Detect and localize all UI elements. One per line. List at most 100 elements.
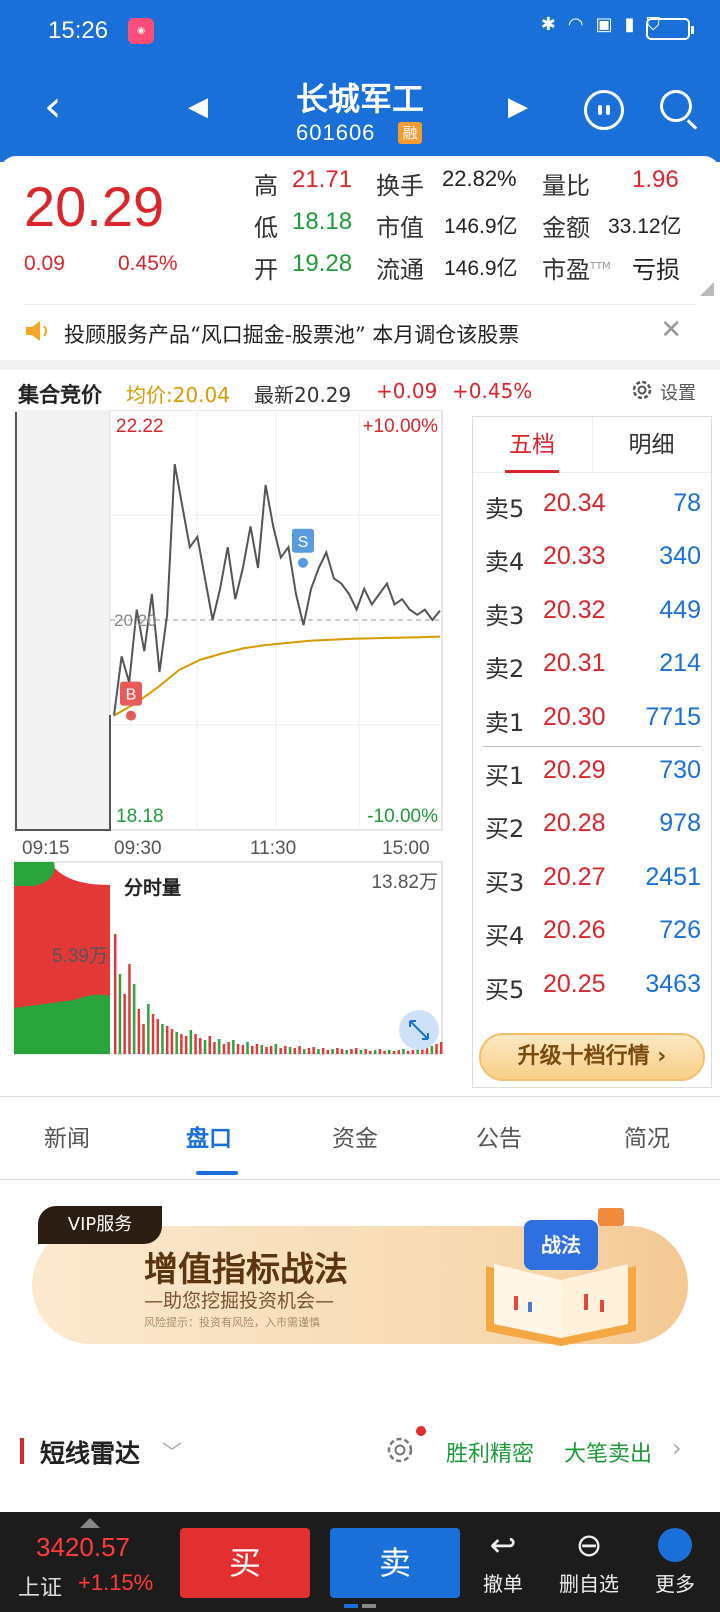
battery-icon — [646, 18, 694, 40]
avg-price: 均价:20.04 — [126, 383, 230, 407]
volume-bar — [373, 1050, 377, 1054]
bid-row[interactable]: 买5 20.25 3463 — [473, 956, 711, 1011]
volume-bar — [307, 1048, 311, 1054]
vip-banner[interactable]: VIP服务 增值指标战法 —助您挖掘投资机会— 风险提示：投资有风险，入市需谨慎… — [32, 1206, 688, 1346]
bid-price: 20.27 — [543, 862, 606, 891]
volume-bar — [156, 1019, 159, 1054]
volume-bar — [251, 1046, 254, 1054]
chevron-down-icon[interactable]: ﹀ — [162, 1436, 182, 1465]
ask-level-label: 卖5 — [485, 495, 525, 523]
volume-bar — [203, 1040, 207, 1054]
volume-bar — [288, 1047, 292, 1054]
sell-button[interactable]: 卖 — [330, 1528, 460, 1598]
gear-icon[interactable] — [630, 378, 654, 402]
bid-row[interactable]: 买1 20.29 730 — [473, 742, 711, 797]
bid-price: 20.25 — [543, 969, 606, 998]
ref-price-label: 20.20 — [114, 611, 157, 630]
radar-link-big-sell[interactable]: 大笔卖出 — [564, 1436, 652, 1468]
tab-five-levels[interactable]: 五档 — [473, 417, 591, 473]
auction-region — [14, 410, 110, 830]
volume-bar — [312, 1047, 315, 1054]
more-button[interactable]: 更多 — [640, 1522, 710, 1608]
speaker-icon — [26, 321, 47, 341]
volume-bar — [298, 1046, 301, 1054]
more-icon — [640, 1522, 710, 1568]
volume-bar — [430, 1046, 434, 1054]
stat-value-volume-ratio: 1.96 — [632, 166, 679, 193]
tab-profile[interactable]: 简况 — [624, 1119, 670, 1153]
volume-bar — [213, 1042, 216, 1054]
ask-row[interactable]: 卖5 20.34 78 — [473, 475, 711, 530]
radar-title[interactable]: 短线雷达 — [40, 1434, 140, 1470]
page-dot — [362, 1604, 376, 1608]
close-icon[interactable]: ✕ — [660, 315, 682, 345]
stat-label-high: 高 — [254, 172, 278, 200]
bid-row[interactable]: 买2 20.28 978 — [473, 795, 711, 850]
settings-label[interactable]: 设置 — [660, 379, 696, 405]
status-time: 15:26 — [48, 17, 109, 44]
bid-price: 20.28 — [543, 809, 606, 838]
bid-volume: 2451 — [645, 862, 701, 891]
volume-bar — [340, 1049, 344, 1054]
tab-handicap[interactable]: 盘口 — [186, 1119, 232, 1153]
expand-corner-icon[interactable] — [700, 282, 714, 296]
volume-bar — [265, 1047, 268, 1054]
vip-title: 增值指标战法 — [144, 1250, 348, 1290]
bid-row[interactable]: 买3 20.27 2451 — [473, 849, 711, 904]
y-top-label: 22.22 — [116, 416, 164, 437]
volume-max-label: 13.82万 — [371, 872, 438, 893]
volume-bar — [345, 1050, 348, 1054]
volume-bar — [369, 1051, 372, 1054]
tab-news[interactable]: 新闻 — [44, 1119, 90, 1153]
volume-bar — [303, 1049, 306, 1054]
search-icon[interactable] — [660, 90, 692, 122]
bid-volume: 3463 — [645, 969, 701, 998]
remove-watchlist-button[interactable]: ⊖ 删自选 — [554, 1522, 624, 1608]
volume-bar — [147, 1004, 150, 1054]
ask-row[interactable]: 卖4 20.33 340 — [473, 528, 711, 583]
status-bar: 15:26 ◉ ✱ ◠ ▣ ▮ ⛉ — [0, 0, 720, 62]
notice-bar[interactable]: 投顾服务产品“风口掘金-股票池” 本月调仓该股票 ✕ — [24, 304, 696, 354]
bid-price: 20.26 — [543, 916, 606, 945]
index-value[interactable]: 3420.57 — [36, 1532, 130, 1563]
bottom-trade-bar: 3420.57 上证 +1.15% 买 卖 ↩ 撤单 ⊖ 删自选 更多 — [0, 1512, 720, 1612]
volume-bar — [166, 1026, 169, 1054]
volume-bar — [194, 1034, 197, 1054]
order-book: 五档 明细 卖5 20.34 78 卖4 20.33 340 卖3 20.32 449 卖2 20.… — [472, 416, 712, 1088]
stat-label-market-cap: 市值 — [376, 214, 424, 242]
intraday-chart[interactable]: B S 22.22 +10.00% 20.20 18.18 -10.00% 09:… — [13, 409, 456, 1090]
next-stock-button[interactable]: ▶ — [508, 92, 528, 122]
tab-details[interactable]: 明细 — [592, 417, 710, 473]
order-book-tabs: 五档 明细 — [473, 417, 711, 473]
index-change-pct: +1.15% — [78, 1570, 154, 1595]
ask-row[interactable]: 卖3 20.32 449 — [473, 582, 711, 637]
chevron-right-icon[interactable]: › — [672, 1434, 682, 1462]
volume-bar — [199, 1038, 202, 1054]
radar-accent-bar — [20, 1438, 24, 1464]
chart-header: 集合竞价 均价:20.04 最新20.29 +0.09 +0.45% 设置 — [0, 375, 720, 409]
volume-bar — [279, 1048, 282, 1054]
bid-level-label: 买3 — [485, 868, 525, 897]
bid-price: 20.29 — [543, 756, 606, 784]
ask-row[interactable]: 卖2 20.31 214 — [473, 635, 711, 690]
tab-announcements[interactable]: 公告 — [476, 1119, 522, 1153]
radar-link-stock[interactable]: 胜利精密 — [446, 1436, 534, 1468]
stat-label-low: 低 — [254, 214, 278, 242]
buy-button[interactable]: 买 — [180, 1528, 310, 1598]
bid-level-label: 买5 — [485, 975, 525, 1004]
volume-bar — [236, 1044, 240, 1054]
volume-bar — [123, 994, 126, 1054]
cancel-order-button[interactable]: ↩ 撤单 — [468, 1522, 538, 1608]
ask-row[interactable]: 卖1 20.30 7715 — [473, 689, 711, 744]
gear-icon[interactable] — [384, 1434, 416, 1466]
more-label: 更多 — [655, 1572, 695, 1596]
upgrade-level10-button[interactable]: 升级十档行情 › — [479, 1033, 705, 1081]
bid-row[interactable]: 买4 20.26 726 — [473, 902, 711, 957]
volume-bar — [217, 1039, 221, 1054]
volume-bar — [184, 1036, 188, 1054]
caret-up-icon[interactable] — [80, 1518, 100, 1528]
stock-code: 601606 — [296, 120, 376, 145]
tab-funds[interactable]: 资金 — [332, 1119, 378, 1153]
volume-bar — [364, 1049, 367, 1054]
assistant-icon[interactable] — [584, 90, 624, 130]
